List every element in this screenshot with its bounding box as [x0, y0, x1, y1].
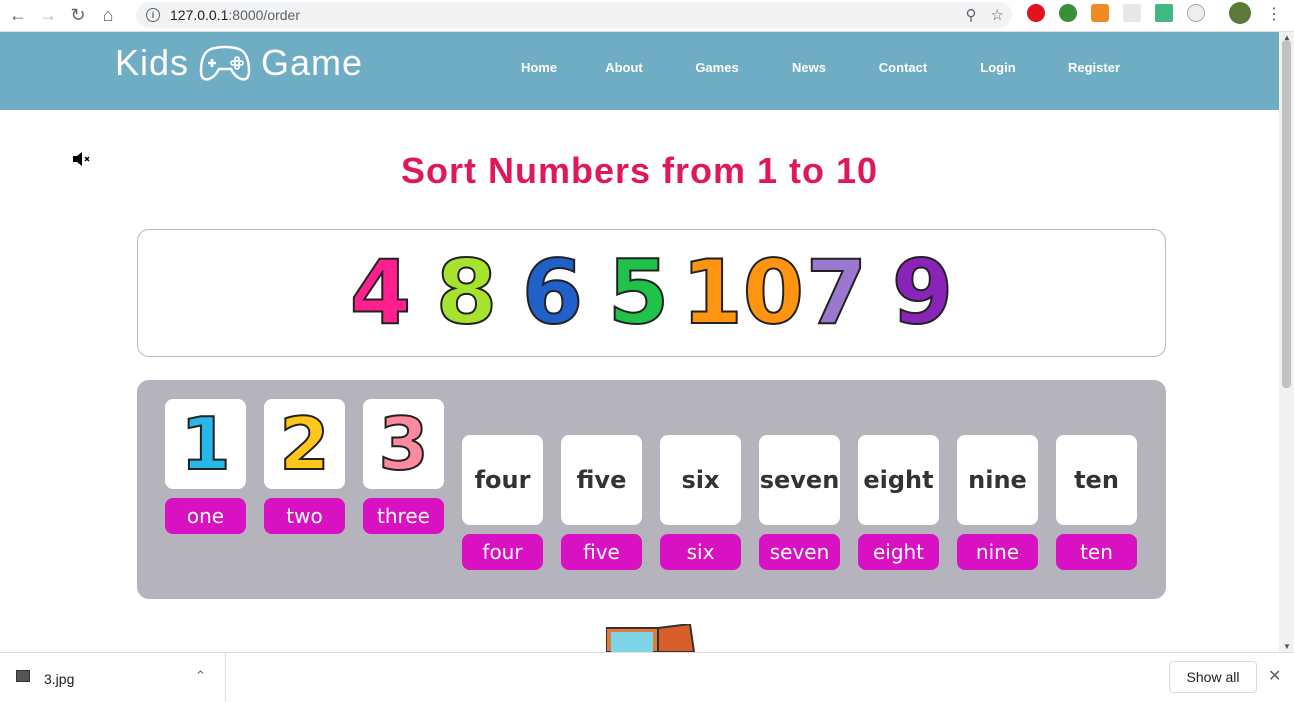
slot-label-one: one [165, 498, 246, 534]
slot-card-nine[interactable]: nine [957, 435, 1038, 525]
more-menu-icon[interactable]: ⋮ [1266, 4, 1282, 24]
scrollbar-thumb[interactable] [1282, 40, 1291, 388]
slot-card-six[interactable]: six [660, 435, 741, 525]
pool-number-10[interactable]: 10 [681, 248, 805, 338]
main-nav: Home About Games News Contact Login Regi… [500, 60, 1144, 75]
number-pool: 4 8 6 5 10 7 9 [137, 229, 1166, 357]
address-bar[interactable]: i 127.0.0.1:8000/order ⚲ ☆ [136, 2, 1012, 28]
slot-card-three[interactable]: 3 [363, 399, 444, 489]
pool-number-5[interactable]: 5 [596, 248, 682, 338]
slot-word: six [681, 466, 720, 494]
vue-extension-icon[interactable] [1155, 4, 1173, 22]
site-logo[interactable]: Kids Game [115, 42, 363, 84]
slot-label-three: three [363, 498, 444, 534]
slot-label-nine: nine [957, 534, 1038, 570]
placed-number-3: 3 [377, 401, 429, 487]
slot-label-six: six [660, 534, 741, 570]
site-info-icon[interactable]: i [146, 8, 160, 22]
profile-avatar[interactable] [1229, 2, 1251, 24]
download-filename: 3.jpg [44, 671, 75, 687]
site-header: Kids Game Home About Games News Contact … [0, 32, 1279, 110]
answer-tray: 1 one 2 two 3 three four four five five … [137, 380, 1166, 599]
metamask-extension-icon[interactable] [1091, 4, 1109, 22]
globe-extension-icon[interactable] [1059, 4, 1077, 22]
logo-text-kids: Kids [115, 42, 190, 83]
slot-word: four [474, 466, 531, 494]
scroll-down-icon[interactable]: ▼ [1283, 642, 1291, 651]
grid-extension-icon[interactable] [1123, 4, 1141, 22]
pool-number-9[interactable]: 9 [880, 248, 966, 338]
url-host: 127.0.0.1 [170, 7, 229, 23]
image-file-icon [16, 670, 30, 682]
slot-word: five [576, 466, 627, 494]
download-bar: 3.jpg ⌃ Show all ✕ [0, 652, 1294, 702]
page-title: Sort Numbers from 1 to 10 [400, 150, 879, 191]
slot-label-ten: ten [1056, 534, 1137, 570]
url-text[interactable]: 127.0.0.1:8000/order [170, 7, 300, 23]
pool-number-6[interactable]: 6 [510, 248, 596, 338]
back-arrow-icon[interactable]: ← [6, 4, 30, 28]
slot-label-four: four [462, 534, 543, 570]
reload-icon[interactable]: ↻ [66, 4, 90, 28]
nav-about[interactable]: About [578, 60, 670, 75]
slot-word: ten [1074, 466, 1119, 494]
nav-login[interactable]: Login [952, 60, 1044, 75]
placed-number-2: 2 [278, 401, 330, 487]
url-path: :8000/order [228, 7, 300, 23]
forward-arrow-icon[interactable]: → [36, 4, 60, 28]
download-item[interactable]: 3.jpg ⌃ [0, 653, 226, 702]
pool-number-8[interactable]: 8 [424, 248, 510, 338]
slot-card-ten[interactable]: ten [1056, 435, 1137, 525]
slot-label-eight: eight [858, 534, 939, 570]
page-scrollbar[interactable]: ▲ ▼ [1279, 32, 1294, 652]
door-illustration [606, 624, 696, 652]
pool-number-7[interactable]: 7 [794, 248, 880, 338]
home-icon[interactable]: ⌂ [96, 4, 120, 28]
placed-number-1: 1 [179, 401, 231, 487]
zoom-icon[interactable]: ⚲ [966, 6, 977, 24]
nav-news[interactable]: News [764, 60, 854, 75]
nav-games[interactable]: Games [670, 60, 764, 75]
slot-card-seven[interactable]: seven [759, 435, 840, 525]
pool-number-4[interactable]: 4 [338, 248, 424, 338]
slot-word: nine [968, 466, 1027, 494]
adblock-extension-icon[interactable] [1027, 4, 1045, 22]
browser-toolbar: ← → ↻ ⌂ i 127.0.0.1:8000/order ⚲ ☆ ⋮ [0, 0, 1294, 32]
close-icon[interactable]: ✕ [1268, 666, 1281, 686]
slot-word: seven [759, 466, 840, 494]
slot-card-eight[interactable]: eight [858, 435, 939, 525]
nav-register[interactable]: Register [1044, 60, 1144, 75]
page-viewport: Kids Game Home About Games News Contact … [0, 32, 1279, 652]
slot-card-five[interactable]: five [561, 435, 642, 525]
nav-contact[interactable]: Contact [854, 60, 952, 75]
slot-card-four[interactable]: four [462, 435, 543, 525]
bookmark-star-icon[interactable]: ☆ [991, 6, 1004, 24]
slot-word: eight [863, 466, 934, 494]
slot-card-one[interactable]: 1 [165, 399, 246, 489]
gamepad-icon [199, 45, 251, 81]
clock-extension-icon[interactable] [1187, 4, 1205, 22]
slot-label-two: two [264, 498, 345, 534]
show-all-button[interactable]: Show all [1169, 661, 1257, 693]
logo-text-game: Game [261, 42, 364, 83]
slot-card-two[interactable]: 2 [264, 399, 345, 489]
slot-label-seven: seven [759, 534, 840, 570]
chevron-up-icon[interactable]: ⌃ [195, 668, 206, 684]
slot-label-five: five [561, 534, 642, 570]
nav-home[interactable]: Home [500, 60, 578, 75]
